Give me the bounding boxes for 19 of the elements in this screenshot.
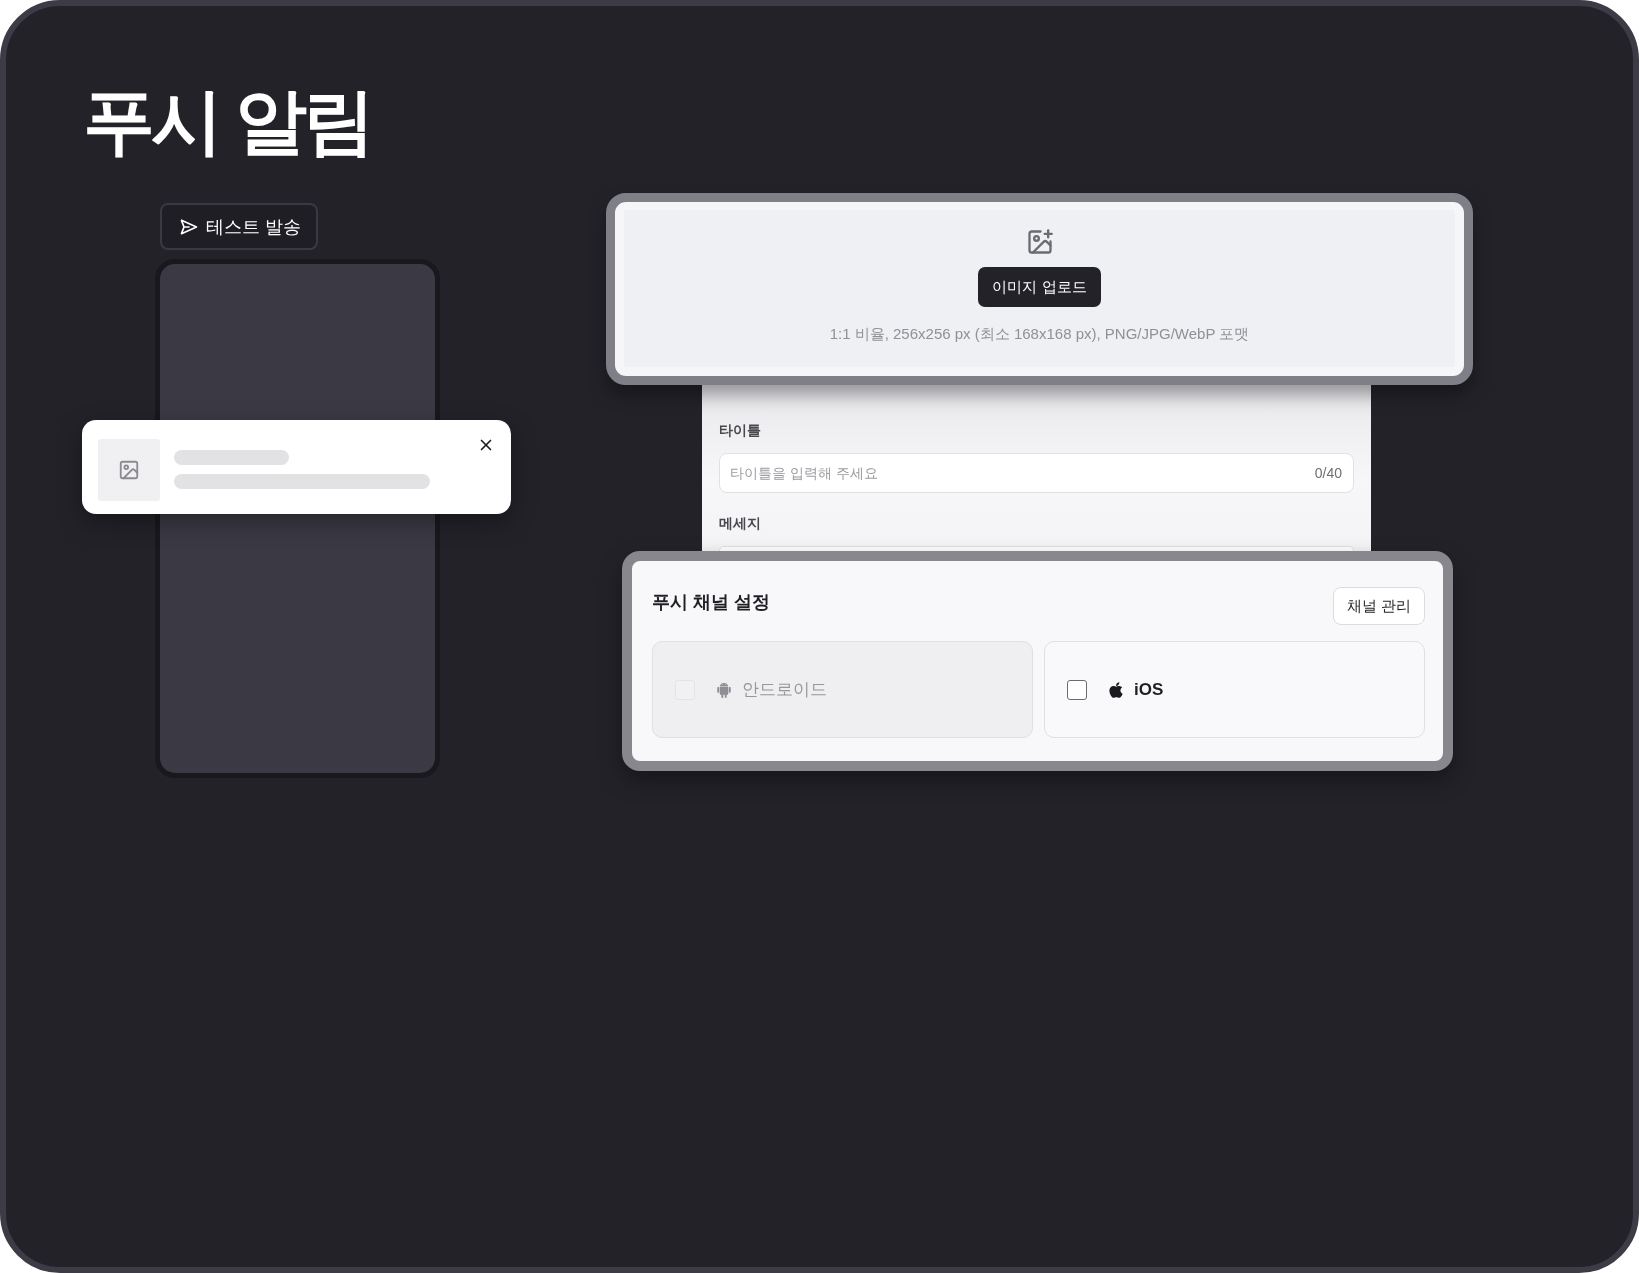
- section-title: 푸시 채널 설정: [652, 591, 770, 614]
- send-icon: [179, 216, 199, 237]
- channel-label: 안드로이드: [742, 679, 827, 701]
- channel-label: iOS: [1134, 679, 1164, 700]
- character-counter: 0/40: [1314, 465, 1342, 481]
- page-title: 푸시 알림: [83, 80, 371, 163]
- channel-option[interactable]: iOS: [1044, 641, 1425, 738]
- field-label: 메세지: [719, 514, 761, 533]
- input-field[interactable]: [719, 546, 1354, 551]
- android-icon: [715, 680, 733, 699]
- test-send-button[interactable]: 테스트 발송: [160, 203, 318, 250]
- apple-icon: [1107, 680, 1125, 699]
- field-label: 타이틀: [719, 421, 761, 440]
- image-upload-button[interactable]: 이미지 업로드: [978, 267, 1101, 307]
- image-plus-icon: [1025, 228, 1054, 256]
- checkbox[interactable]: [1067, 679, 1087, 700]
- manage-channels-button[interactable]: 채널 관리: [1332, 587, 1425, 625]
- upload-hint: 1:1 비율, 256x256 px (최소 168x168 px), PNG/JPG/WebP 포맷: [829, 324, 1250, 344]
- image-icon: [98, 439, 160, 501]
